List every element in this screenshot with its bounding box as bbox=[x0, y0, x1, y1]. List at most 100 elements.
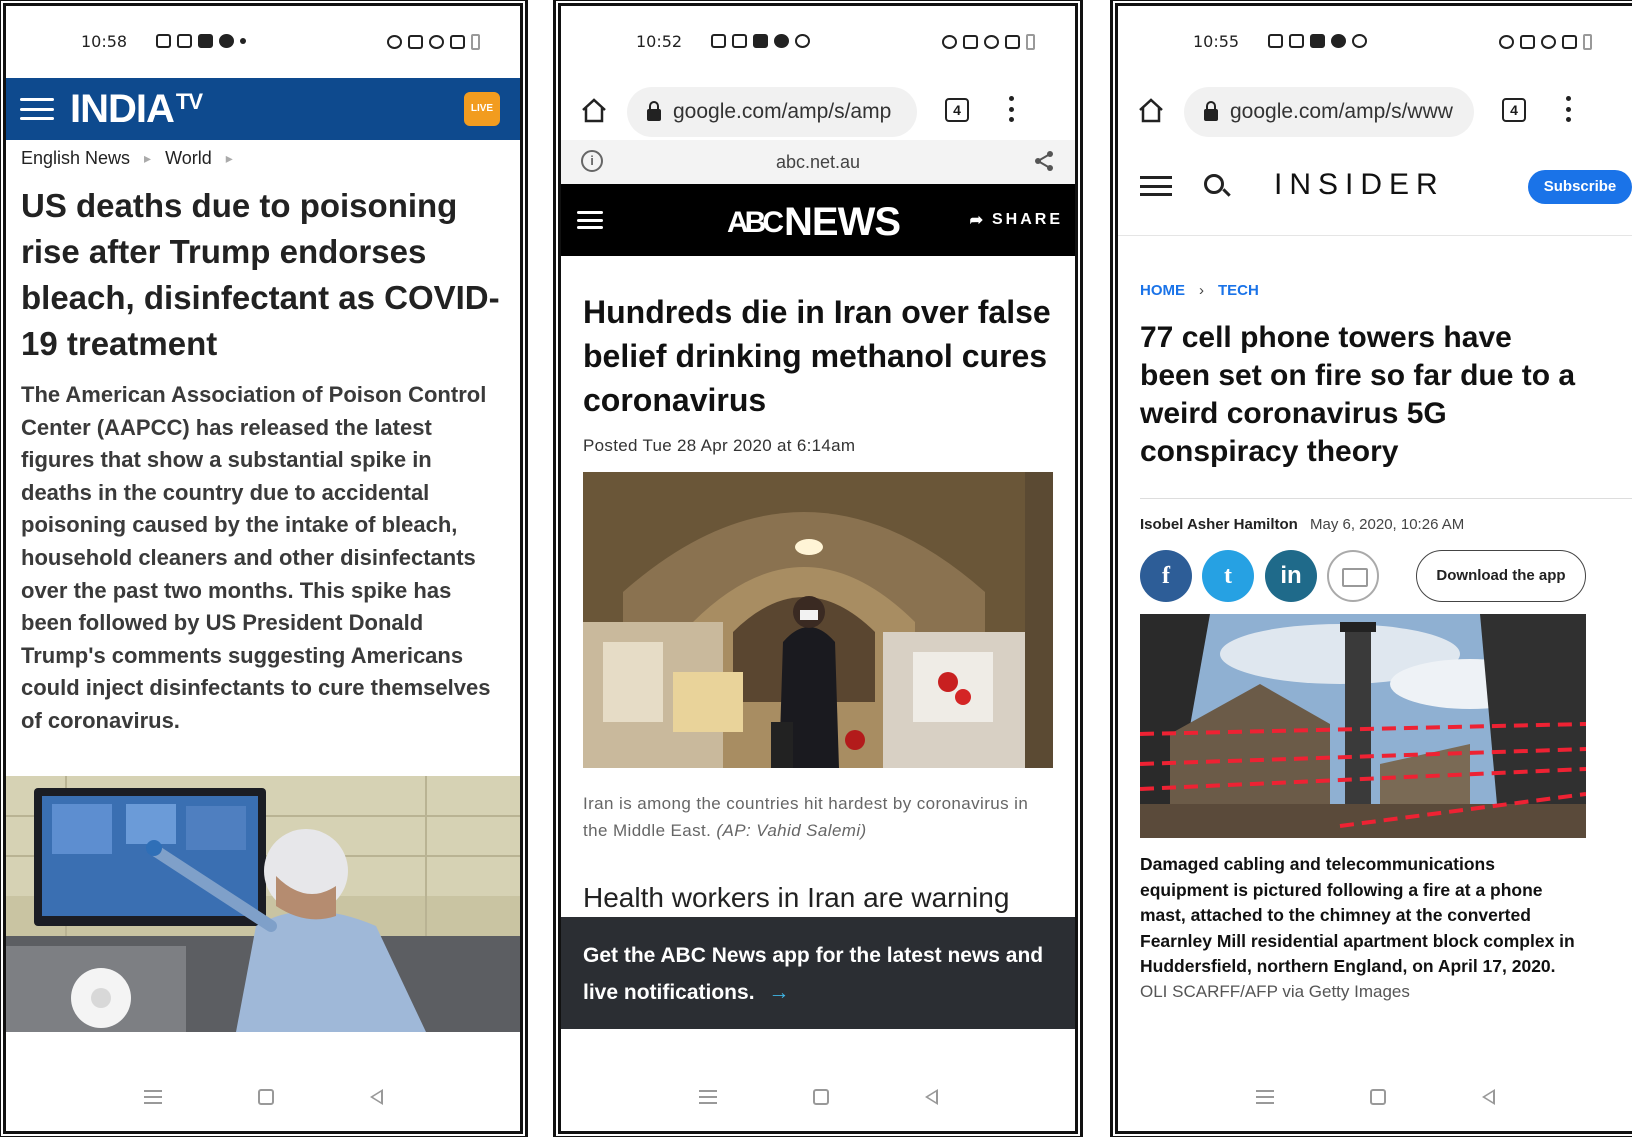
logo-suffix: TV bbox=[175, 89, 203, 114]
share-icon[interactable] bbox=[1033, 150, 1055, 172]
abc-logo-mark: ABC bbox=[727, 205, 784, 239]
wifi-icon bbox=[1541, 35, 1556, 49]
youtube-icon bbox=[753, 34, 768, 48]
download-app-button[interactable]: Download the app bbox=[1416, 550, 1586, 602]
chrome-icon bbox=[795, 34, 810, 48]
amp-domain: abc.net.au bbox=[775, 151, 861, 172]
phone-insider: 10:55 google.com/amp/s/www 4 INSIDER Sub… bbox=[1115, 3, 1632, 1134]
phone-indiatv: 10:58 INDIA TV LIVE English News ▸ World… bbox=[3, 3, 523, 1134]
indiatv-logo[interactable]: INDIA TV bbox=[70, 86, 203, 132]
back-icon[interactable] bbox=[369, 1089, 383, 1105]
overflow-menu-icon[interactable] bbox=[1008, 96, 1014, 122]
chrome-icon bbox=[1352, 34, 1367, 48]
signal-icon bbox=[1005, 35, 1020, 49]
twitter-share-icon[interactable]: t bbox=[1202, 550, 1254, 602]
back-icon[interactable] bbox=[1481, 1089, 1495, 1105]
forward-icon bbox=[219, 34, 234, 48]
status-bar: 10:52 bbox=[561, 6, 1075, 78]
abc-logo-text: NEWS bbox=[784, 200, 901, 244]
menu-icon[interactable] bbox=[577, 211, 603, 229]
status-time: 10:52 bbox=[636, 32, 683, 51]
alarm-icon bbox=[1499, 35, 1514, 49]
breadcrumb-tech[interactable]: TECH bbox=[1218, 282, 1259, 299]
recents-icon[interactable] bbox=[1255, 1090, 1274, 1104]
linkedin-share-icon[interactable]: in bbox=[1265, 550, 1317, 602]
android-nav-bar bbox=[561, 1063, 1075, 1131]
info-icon[interactable]: i bbox=[581, 150, 603, 172]
amp-domain-bar: i abc.net.au bbox=[561, 140, 1075, 184]
author-name[interactable]: Isobel Asher Hamilton bbox=[1140, 516, 1298, 533]
article-lead-text: Health workers in Iran are warning bbox=[583, 882, 1010, 913]
signal-icon bbox=[450, 35, 465, 49]
facebook-share-icon[interactable]: f bbox=[1140, 550, 1192, 602]
vibrate-icon bbox=[963, 35, 978, 49]
tab-switcher-button[interactable]: 4 bbox=[945, 98, 969, 122]
subscribe-button[interactable]: Subscribe bbox=[1528, 170, 1632, 204]
insider-logo[interactable]: INSIDER bbox=[1274, 168, 1445, 202]
arrow-right-icon: → bbox=[768, 981, 790, 1004]
chevron-right-icon: ▸ bbox=[225, 150, 233, 166]
logo-text: INDIA bbox=[70, 86, 175, 131]
status-bar: 10:55 bbox=[1118, 6, 1632, 78]
browser-toolbar: google.com/amp/s/amp 4 bbox=[561, 78, 1075, 140]
article-photo bbox=[1140, 614, 1586, 838]
notification-icons bbox=[1268, 34, 1367, 48]
forward-icon bbox=[774, 34, 789, 48]
browser-toolbar: google.com/amp/s/www 4 bbox=[1118, 78, 1632, 140]
share-button[interactable]: ➦ SHARE bbox=[970, 210, 1063, 230]
breadcrumb: HOME › TECH bbox=[1140, 282, 1259, 299]
more-notifications-dot-icon bbox=[240, 38, 246, 44]
youtube-icon bbox=[198, 34, 213, 48]
caption-credit: (AP: Vahid Salemi) bbox=[716, 821, 867, 840]
phone-abc: 10:52 google.com/amp/s/amp 4 i abc.net.a… bbox=[558, 3, 1078, 1134]
live-tv-icon[interactable]: LIVE bbox=[464, 92, 500, 126]
address-bar[interactable]: google.com/amp/s/amp bbox=[627, 87, 917, 137]
photo-caption: Damaged cabling and telecommunications e… bbox=[1140, 854, 1575, 976]
overflow-menu-icon[interactable] bbox=[1565, 96, 1571, 122]
byline: Isobel Asher Hamilton May 6, 2020, 10:26… bbox=[1140, 516, 1464, 533]
android-nav-bar bbox=[1118, 1063, 1632, 1131]
system-icons bbox=[387, 34, 480, 50]
system-icons bbox=[1499, 34, 1592, 50]
breadcrumb-home[interactable]: HOME bbox=[1140, 282, 1185, 299]
battery-icon bbox=[1583, 34, 1592, 50]
breadcrumb-world[interactable]: World bbox=[165, 148, 212, 169]
signal-icon bbox=[1562, 35, 1577, 49]
calendar-icon bbox=[177, 34, 192, 48]
forward-icon bbox=[1331, 34, 1346, 48]
recents-icon[interactable] bbox=[143, 1090, 162, 1104]
address-bar[interactable]: google.com/amp/s/www bbox=[1184, 87, 1474, 137]
back-icon[interactable] bbox=[924, 1089, 938, 1105]
share-arrow-icon: ➦ bbox=[969, 212, 986, 229]
alarm-icon bbox=[942, 35, 957, 49]
battery-icon bbox=[471, 34, 480, 50]
battery-icon bbox=[1026, 34, 1035, 50]
breadcrumb-english-news[interactable]: English News bbox=[21, 148, 130, 169]
alarm-icon bbox=[387, 35, 402, 49]
article-photo bbox=[583, 472, 1053, 768]
home-icon[interactable] bbox=[1369, 1089, 1386, 1105]
abc-news-logo[interactable]: ABC NEWS bbox=[727, 200, 901, 245]
calendar-icon bbox=[1289, 34, 1304, 48]
wifi-icon bbox=[984, 35, 999, 49]
home-icon[interactable] bbox=[1138, 97, 1164, 123]
app-notification-icon bbox=[1268, 34, 1283, 48]
bazaar-woman-image bbox=[583, 472, 1025, 768]
android-nav-bar bbox=[6, 1063, 520, 1131]
chevron-right-icon: ▸ bbox=[144, 150, 152, 166]
home-icon[interactable] bbox=[812, 1089, 829, 1105]
url-text: google.com/amp/s/www bbox=[1230, 100, 1453, 123]
tab-switcher-button[interactable]: 4 bbox=[1502, 98, 1526, 122]
home-icon[interactable] bbox=[257, 1089, 274, 1105]
menu-icon[interactable] bbox=[1140, 176, 1172, 196]
banner-text: Get the ABC News app for the latest news… bbox=[583, 944, 1044, 1004]
calendar-icon bbox=[732, 34, 747, 48]
app-promo-banner[interactable]: Get the ABC News app for the latest news… bbox=[561, 917, 1075, 1029]
article-summary: The American Association of Poison Contr… bbox=[21, 382, 491, 733]
url-text: google.com/amp/s/amp bbox=[673, 100, 892, 123]
recents-icon[interactable] bbox=[698, 1090, 717, 1104]
menu-icon[interactable] bbox=[20, 98, 54, 120]
home-icon[interactable] bbox=[581, 97, 607, 123]
search-icon[interactable] bbox=[1204, 174, 1224, 194]
email-share-icon[interactable] bbox=[1327, 550, 1379, 602]
